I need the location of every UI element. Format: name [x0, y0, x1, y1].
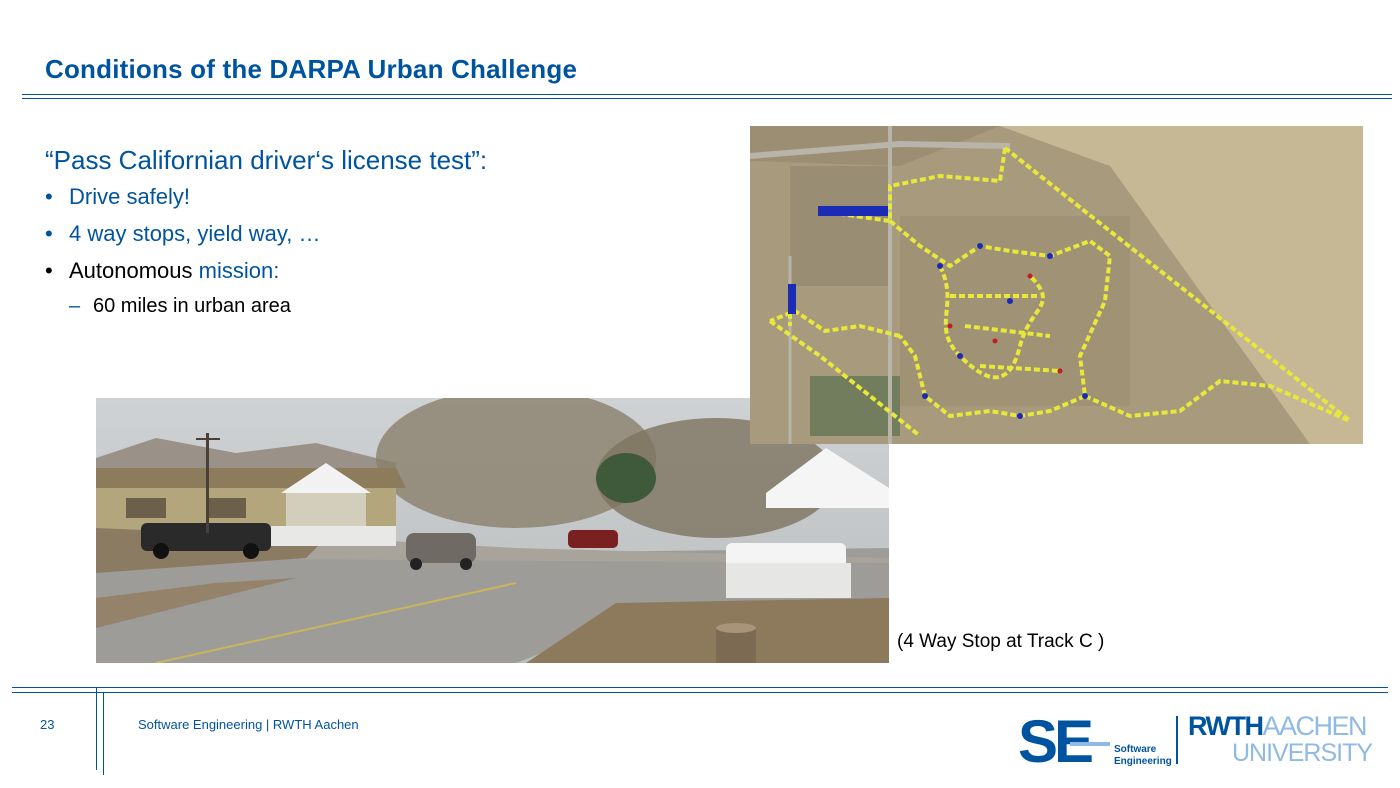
- sub-bullet-60-miles: –60 miles in urban area: [69, 295, 291, 317]
- rwth-logo-aachen: AACHEN: [1262, 711, 1368, 741]
- title-rule-bottom: [22, 98, 1392, 99]
- bullet-drive-safely: Drive safely!: [45, 184, 725, 210]
- se-logo-line2: Engineering: [1114, 756, 1172, 767]
- logo-separator: [1176, 716, 1178, 764]
- aerial-route-map: [750, 126, 1363, 444]
- se-logo: SE: [1018, 708, 1110, 775]
- bullet-4-way-stops: 4 way stops, yield way, …: [45, 221, 725, 247]
- slide-title: Conditions of the DARPA Urban Challenge: [45, 54, 578, 84]
- bullet-mission-text: mission:: [198, 258, 280, 283]
- footer-text: Software Engineering | RWTH Aachen: [138, 717, 359, 732]
- footer-divider-right: [103, 692, 104, 775]
- rwth-logo-rwth: RWTH: [1188, 711, 1264, 741]
- footer-rule-top: [12, 687, 1388, 688]
- page-number: 23: [40, 717, 55, 732]
- sub-bullet-text: 60 miles in urban area: [93, 295, 291, 317]
- title-rule-top: [22, 94, 1392, 95]
- rwth-logo-top: RWTHAACHEN: [1188, 711, 1368, 741]
- bullet-autonomous-mission: Autonomous mission:: [45, 258, 725, 284]
- footer-divider-left: [96, 687, 97, 770]
- se-logo-line1: Software: [1114, 744, 1157, 755]
- content-heading: “Pass Californian driver‘s license test”…: [45, 145, 488, 175]
- photo-caption: (4 Way Stop at Track C ): [897, 631, 1105, 652]
- footer-rule-bottom: [12, 692, 1388, 693]
- bullet-autonomous-text: Autonomous: [69, 258, 199, 283]
- se-logo-s: SE: [1018, 712, 1092, 768]
- rwth-logo-university: UNIVERSITY: [1232, 739, 1373, 767]
- se-logo-text: Software Engineering: [1114, 744, 1172, 768]
- slide-content: “Pass Californian driver‘s license test”…: [45, 145, 725, 318]
